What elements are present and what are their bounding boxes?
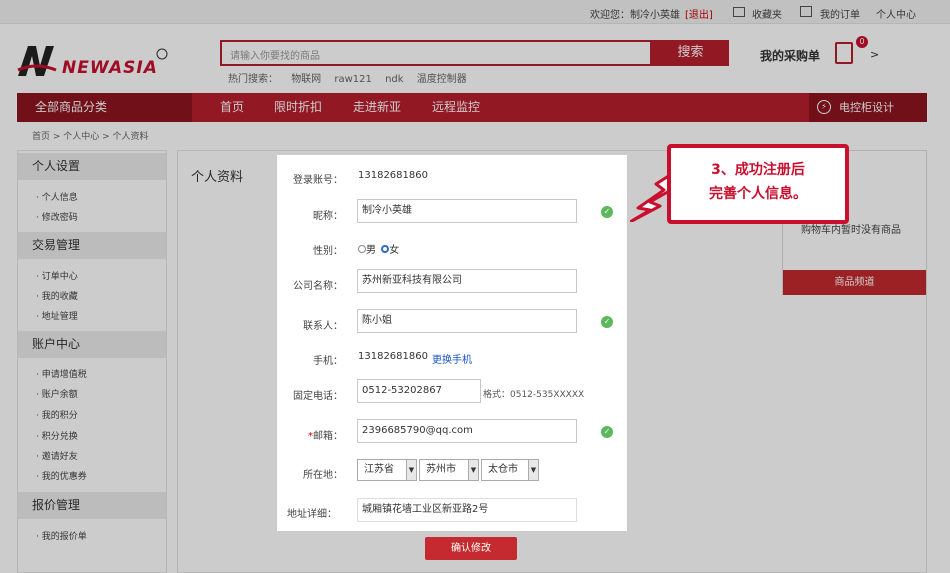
sidebar-item[interactable]: · 申请增值税 bbox=[36, 367, 87, 380]
sidebar-item[interactable]: · 我的收藏 bbox=[36, 289, 78, 302]
cart-label[interactable]: 我的采购单 bbox=[760, 47, 820, 64]
lightning-icon: ⚡ bbox=[817, 100, 831, 114]
hot-label: 热门搜索： bbox=[228, 74, 278, 85]
address-field[interactable]: 城厢镇花墙工业区新亚路2号 bbox=[357, 498, 577, 522]
page-title: 个人资料 bbox=[191, 170, 244, 185]
chevron-down-icon: ▼ bbox=[406, 460, 416, 480]
nickname-field[interactable]: 制冷小英雄 bbox=[357, 199, 577, 223]
confirm-button[interactable]: 确认修改 bbox=[425, 537, 517, 560]
sidebar-item[interactable]: · 修改密码 bbox=[36, 210, 78, 223]
email-label: *邮箱： bbox=[308, 431, 343, 442]
sidebar-section-title: 账户中心 bbox=[18, 331, 166, 358]
cabinet-design-button[interactable]: ⚡ 电控柜设计 bbox=[809, 93, 927, 122]
contact-label: 联系人： bbox=[303, 321, 343, 332]
province-select[interactable]: 江苏省 ▼ bbox=[357, 459, 417, 481]
main-nav: 全部商品分类 首页 限时折扣 走进新亚 远程监控 ⚡ 电控柜设计 bbox=[17, 93, 927, 122]
favorites-icon bbox=[733, 7, 745, 17]
product-channel-button[interactable]: 商品频道 bbox=[783, 270, 926, 295]
nav-item-about[interactable]: 走进新亚 bbox=[353, 93, 401, 122]
hot-term[interactable]: raw121 bbox=[334, 74, 372, 85]
sidebar: 个人设置 · 个人信息 · 修改密码 交易管理 · 订单中心 · 我的收藏 · … bbox=[17, 150, 167, 573]
cabinet-design-label: 电控柜设计 bbox=[839, 101, 894, 114]
chevron-right-icon[interactable]: > bbox=[870, 48, 879, 61]
sidebar-section-title: 报价管理 bbox=[18, 492, 166, 519]
gender-male-label: 男 bbox=[366, 245, 376, 256]
logo[interactable]: NEWASIA bbox=[16, 40, 176, 80]
check-icon: ✓ bbox=[601, 206, 613, 218]
cart-icon[interactable] bbox=[835, 42, 853, 64]
gender-label: 性别： bbox=[313, 246, 343, 257]
account-value: 13182681860 bbox=[358, 170, 428, 181]
email-field[interactable]: 2396685790@qq.com bbox=[357, 419, 577, 443]
chevron-down-icon: ▼ bbox=[528, 460, 538, 480]
sidebar-item[interactable]: · 我的积分 bbox=[36, 408, 78, 421]
profile-form: 登录账号： 13182681860 昵称： 制冷小英雄 ✓ 性别： 男 女 公司… bbox=[277, 155, 627, 531]
location-label: 所在地： bbox=[303, 470, 343, 481]
hot-term[interactable]: ndk bbox=[385, 74, 403, 85]
phone-value: 13182681860 bbox=[358, 351, 428, 362]
landline-field[interactable]: 0512-53202867 bbox=[357, 379, 481, 403]
gender-radio-group: 男 女 bbox=[358, 241, 399, 256]
callout-line-1: 3、成功注册后 bbox=[711, 162, 805, 178]
hot-term[interactable]: 温度控制器 bbox=[417, 74, 467, 85]
logout-link[interactable]: [退出] bbox=[685, 6, 713, 21]
nav-item-home[interactable]: 首页 bbox=[220, 93, 244, 122]
landline-label: 固定电话： bbox=[293, 391, 343, 402]
chevron-down-icon: ▼ bbox=[468, 460, 478, 480]
sidebar-item[interactable]: · 订单中心 bbox=[36, 269, 78, 282]
search-input[interactable]: 请输入你要找的商品 bbox=[220, 40, 652, 66]
hot-term[interactable]: 物联网 bbox=[291, 74, 321, 85]
user-center-link[interactable]: 个人中心 bbox=[876, 6, 916, 21]
gender-female-label: 女 bbox=[389, 245, 400, 256]
company-label: 公司名称： bbox=[293, 281, 343, 292]
landline-hint: 格式：0512-535XXXXX bbox=[483, 390, 585, 400]
district-select[interactable]: 太仓市 ▼ bbox=[481, 459, 539, 481]
address-label: 地址详细： bbox=[287, 509, 337, 520]
sidebar-item[interactable]: · 账户余额 bbox=[36, 387, 78, 400]
nav-item-discount[interactable]: 限时折扣 bbox=[274, 93, 322, 122]
account-label: 登录账号： bbox=[293, 175, 343, 186]
welcome-text: 欢迎您：制冷小英雄 bbox=[590, 10, 680, 21]
check-icon: ✓ bbox=[601, 316, 613, 328]
phone-label: 手机： bbox=[313, 356, 343, 367]
check-icon: ✓ bbox=[601, 426, 613, 438]
city-select[interactable]: 苏州市 ▼ bbox=[419, 459, 479, 481]
orders-icon bbox=[800, 6, 812, 17]
annotation-callout: 3、成功注册后 完善个人信息。 bbox=[667, 144, 849, 224]
nav-item-monitoring[interactable]: 远程监控 bbox=[432, 93, 480, 122]
favorites-link[interactable]: 收藏夹 bbox=[752, 6, 782, 21]
logo-text: NEWASIA bbox=[62, 58, 158, 78]
company-field[interactable]: 苏州新亚科技有限公司 bbox=[357, 269, 577, 293]
sidebar-section-title: 交易管理 bbox=[18, 232, 166, 259]
sidebar-item[interactable]: · 邀请好友 bbox=[36, 449, 78, 462]
search-placeholder: 请输入你要找的商品 bbox=[230, 51, 320, 62]
breadcrumb: 首页 > 个人中心 > 个人资料 bbox=[32, 132, 149, 142]
sidebar-item[interactable]: · 我的优惠券 bbox=[36, 469, 87, 482]
sidebar-item[interactable]: · 我的报价单 bbox=[36, 529, 87, 542]
radio-female-icon[interactable] bbox=[381, 245, 390, 253]
hot-searches: 热门搜索： 物联网 raw121 ndk 温度控制器 bbox=[228, 70, 477, 85]
my-orders-link[interactable]: 我的订单 bbox=[820, 6, 860, 21]
top-bar: 欢迎您：制冷小英雄 [退出] 收藏夹 我的订单 个人中心 bbox=[0, 0, 950, 24]
callout-line-2: 完善个人信息。 bbox=[709, 186, 807, 202]
sidebar-item[interactable]: · 积分兑换 bbox=[36, 429, 78, 442]
change-phone-link[interactable]: 更换手机 bbox=[432, 351, 472, 366]
sidebar-item[interactable]: · 个人信息 bbox=[36, 190, 78, 203]
radio-male-icon[interactable] bbox=[358, 245, 366, 253]
sidebar-item[interactable]: · 地址管理 bbox=[36, 309, 78, 322]
search-button[interactable]: 搜索 bbox=[652, 40, 729, 66]
sidebar-section-title: 个人设置 bbox=[18, 153, 166, 180]
all-categories-button[interactable]: 全部商品分类 bbox=[17, 93, 192, 122]
cart-count-badge: 0 bbox=[856, 36, 868, 48]
nickname-label: 昵称： bbox=[313, 211, 343, 222]
contact-field[interactable]: 陈小姐 bbox=[357, 309, 577, 333]
